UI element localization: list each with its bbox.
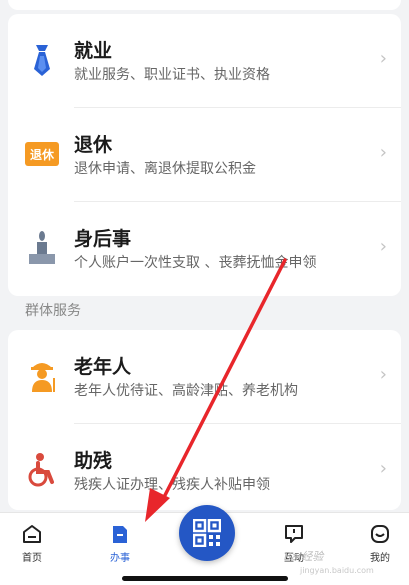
service-desc: 个人账户一次性支取 、丧葬抚恤金申领: [74, 255, 317, 271]
group-row-elderly[interactable]: 老年人 老年人优待证、高龄津贴、养老机构 ›: [8, 330, 401, 424]
message-icon: [283, 523, 305, 545]
tab-mine[interactable]: 我的: [350, 523, 409, 564]
service-row-retirement[interactable]: 退休 退休 退休申请、离退休提取公积金 ›: [8, 108, 401, 202]
service-row-employment[interactable]: 就业 就业服务、职业证书、执业资格 ›: [8, 14, 401, 108]
watermark-url: jingyan.baidu.com: [300, 566, 374, 575]
retire-badge-icon: 退休: [24, 136, 60, 172]
smile-face-icon: [369, 523, 391, 545]
chevron-right-icon: ›: [379, 364, 387, 385]
group-row-disability[interactable]: 助残 残疾人证办理、残疾人补贴申领 ›: [8, 424, 401, 518]
services-card: 就业 就业服务、职业证书、执业资格 › 退休 退休 退休申请、离退休提取公积金 …: [8, 14, 401, 296]
elderly-person-icon: [24, 358, 60, 394]
tab-label: 我的: [370, 553, 390, 564]
wheelchair-icon: [24, 452, 60, 488]
chevron-right-icon: ›: [379, 458, 387, 479]
necktie-icon: [24, 42, 60, 78]
service-desc: 就业服务、职业证书、执业资格: [74, 67, 270, 83]
watermark: Bai经验: [284, 550, 324, 563]
tab-services[interactable]: 办事: [90, 523, 150, 564]
document-icon: [109, 523, 131, 545]
chevron-right-icon: ›: [379, 236, 387, 257]
tab-label: 办事: [110, 553, 130, 564]
chevron-right-icon: ›: [379, 48, 387, 69]
group-desc: 残疾人证办理、残疾人补贴申领: [74, 477, 270, 493]
group-title: 老年人: [74, 356, 132, 378]
qr-code-icon: [193, 519, 221, 547]
home-icon: [21, 523, 43, 545]
service-desc: 退休申请、离退休提取公积金: [74, 161, 256, 177]
tab-label: 首页: [22, 553, 42, 564]
service-title: 就业: [74, 40, 113, 62]
home-indicator: [122, 576, 288, 581]
service-row-afterlife[interactable]: 身后事 个人账户一次性支取 、丧葬抚恤金申领 ›: [8, 202, 401, 296]
section-label: 群体服务: [25, 303, 81, 319]
memorial-candle-icon: [24, 230, 60, 266]
group-desc: 老年人优待证、高龄津贴、养老机构: [74, 383, 298, 399]
retire-badge-text: 退休: [30, 147, 55, 162]
chevron-right-icon: ›: [379, 142, 387, 163]
service-title: 身后事: [74, 228, 132, 250]
qr-scan-button[interactable]: [179, 505, 235, 561]
group-title: 助残: [74, 450, 113, 472]
tab-home[interactable]: 首页: [2, 523, 62, 564]
group-services-card: 老年人 老年人优待证、高龄津贴、养老机构 › 助残 残疾人证办理、残疾人补贴申领…: [8, 330, 401, 510]
previous-card-edge: [8, 0, 401, 10]
service-title: 退休: [74, 134, 113, 156]
